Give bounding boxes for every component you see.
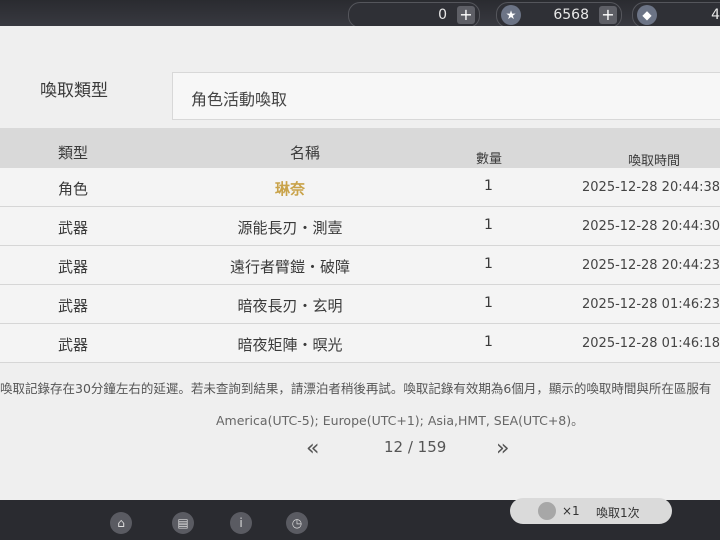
row-time: 2025-12-28 01:46:23 bbox=[582, 297, 720, 312]
currency-star-value: 6568 bbox=[553, 7, 589, 23]
bottom-bar: ⌂ ▤ i ◷ ×1 喚取1次 bbox=[0, 498, 720, 540]
row-time: 2025-12-28 20:44:30 bbox=[582, 219, 720, 234]
currency-star: ★ 6568 + bbox=[496, 2, 622, 28]
table-row: 武器 遠行者臂鎧・破障 1 2025-12-28 20:44:23 bbox=[0, 246, 720, 285]
row-name: 源能長刃・測壹 bbox=[237, 219, 343, 237]
row-type: 武器 bbox=[58, 297, 89, 315]
info-icon[interactable]: i bbox=[230, 512, 252, 534]
clock-icon[interactable]: ◷ bbox=[286, 512, 308, 534]
header-qty: 數量 bbox=[476, 152, 503, 167]
pull-history-table: 角色 琳奈 1 2025-12-28 20:44:38 武器 源能長刃・測壹 1… bbox=[0, 168, 720, 363]
row-name: 暗夜矩陣・暝光 bbox=[237, 336, 343, 354]
history-icon[interactable]: ▤ bbox=[172, 512, 194, 534]
next-page-button[interactable]: » bbox=[496, 436, 509, 461]
currency-coin: 0 + bbox=[348, 2, 480, 28]
region-timezones: America(UTC-5); Europe(UTC+1); Asia,HMT,… bbox=[216, 413, 584, 428]
row-time: 2025-12-28 20:44:23 bbox=[582, 258, 720, 273]
table-row: 武器 暗夜矩陣・暝光 1 2025-12-28 01:46:18 bbox=[0, 324, 720, 363]
header-time: 喚取時間 bbox=[628, 154, 681, 169]
row-qty: 1 bbox=[484, 334, 493, 350]
pull-type-select[interactable]: 角色活動喚取 bbox=[172, 72, 720, 120]
filter-label: 喚取類型 bbox=[40, 81, 108, 101]
row-type: 武器 bbox=[58, 258, 89, 276]
currency-coin-value: 0 bbox=[438, 7, 447, 23]
table-row: 角色 琳奈 1 2025-12-28 20:44:38 bbox=[0, 168, 720, 207]
currency-gem: ◆ 40 bbox=[632, 2, 720, 28]
delay-notice: 喚取記錄存在30分鐘左右的延遲。若未查詢到結果，請漂泊者稍後再試。喚取記錄有效期… bbox=[0, 381, 712, 396]
row-qty: 1 bbox=[484, 217, 493, 233]
row-name: 遠行者臂鎧・破障 bbox=[229, 258, 350, 276]
row-name: 琳奈 bbox=[274, 180, 305, 198]
pull-once-button[interactable]: ×1 喚取1次 bbox=[510, 498, 672, 524]
pull-count: ×1 bbox=[562, 504, 580, 518]
row-type: 武器 bbox=[58, 219, 89, 237]
table-row: 武器 源能長刃・測壹 1 2025-12-28 20:44:30 bbox=[0, 207, 720, 246]
row-qty: 1 bbox=[484, 256, 493, 272]
star-icon: ★ bbox=[501, 5, 521, 25]
row-time: 2025-12-28 20:44:38 bbox=[582, 180, 720, 195]
row-qty: 1 bbox=[484, 295, 493, 311]
table-row: 武器 暗夜長刃・玄明 1 2025-12-28 01:46:23 bbox=[0, 285, 720, 324]
table-header: 類型 名稱 數量 喚取時間 bbox=[0, 128, 720, 169]
row-name: 暗夜長刃・玄明 bbox=[237, 297, 343, 315]
row-qty: 1 bbox=[484, 178, 493, 194]
prev-page-button[interactable]: « bbox=[306, 436, 319, 461]
shop-icon[interactable]: ⌂ bbox=[110, 512, 132, 534]
gem-icon: ◆ bbox=[637, 5, 657, 25]
pull-history-panel: 喚取類型 角色活動喚取 類型 名稱 數量 喚取時間 角色 琳奈 1 2025-1… bbox=[0, 26, 720, 514]
currency-gem-value: 40 bbox=[711, 7, 720, 23]
page-indicator: 12 / 159 bbox=[384, 438, 447, 456]
add-coin-button[interactable]: + bbox=[457, 6, 475, 24]
add-star-button[interactable]: + bbox=[599, 6, 617, 24]
row-time: 2025-12-28 01:46:18 bbox=[582, 336, 720, 351]
row-type: 武器 bbox=[58, 336, 89, 354]
pull-type-selected: 角色活動喚取 bbox=[191, 90, 288, 109]
pull-currency-icon bbox=[538, 502, 556, 520]
pull-label: 喚取1次 bbox=[596, 506, 640, 520]
header-type: 類型 bbox=[58, 144, 89, 162]
header-name: 名稱 bbox=[290, 144, 321, 162]
row-type: 角色 bbox=[58, 180, 89, 198]
